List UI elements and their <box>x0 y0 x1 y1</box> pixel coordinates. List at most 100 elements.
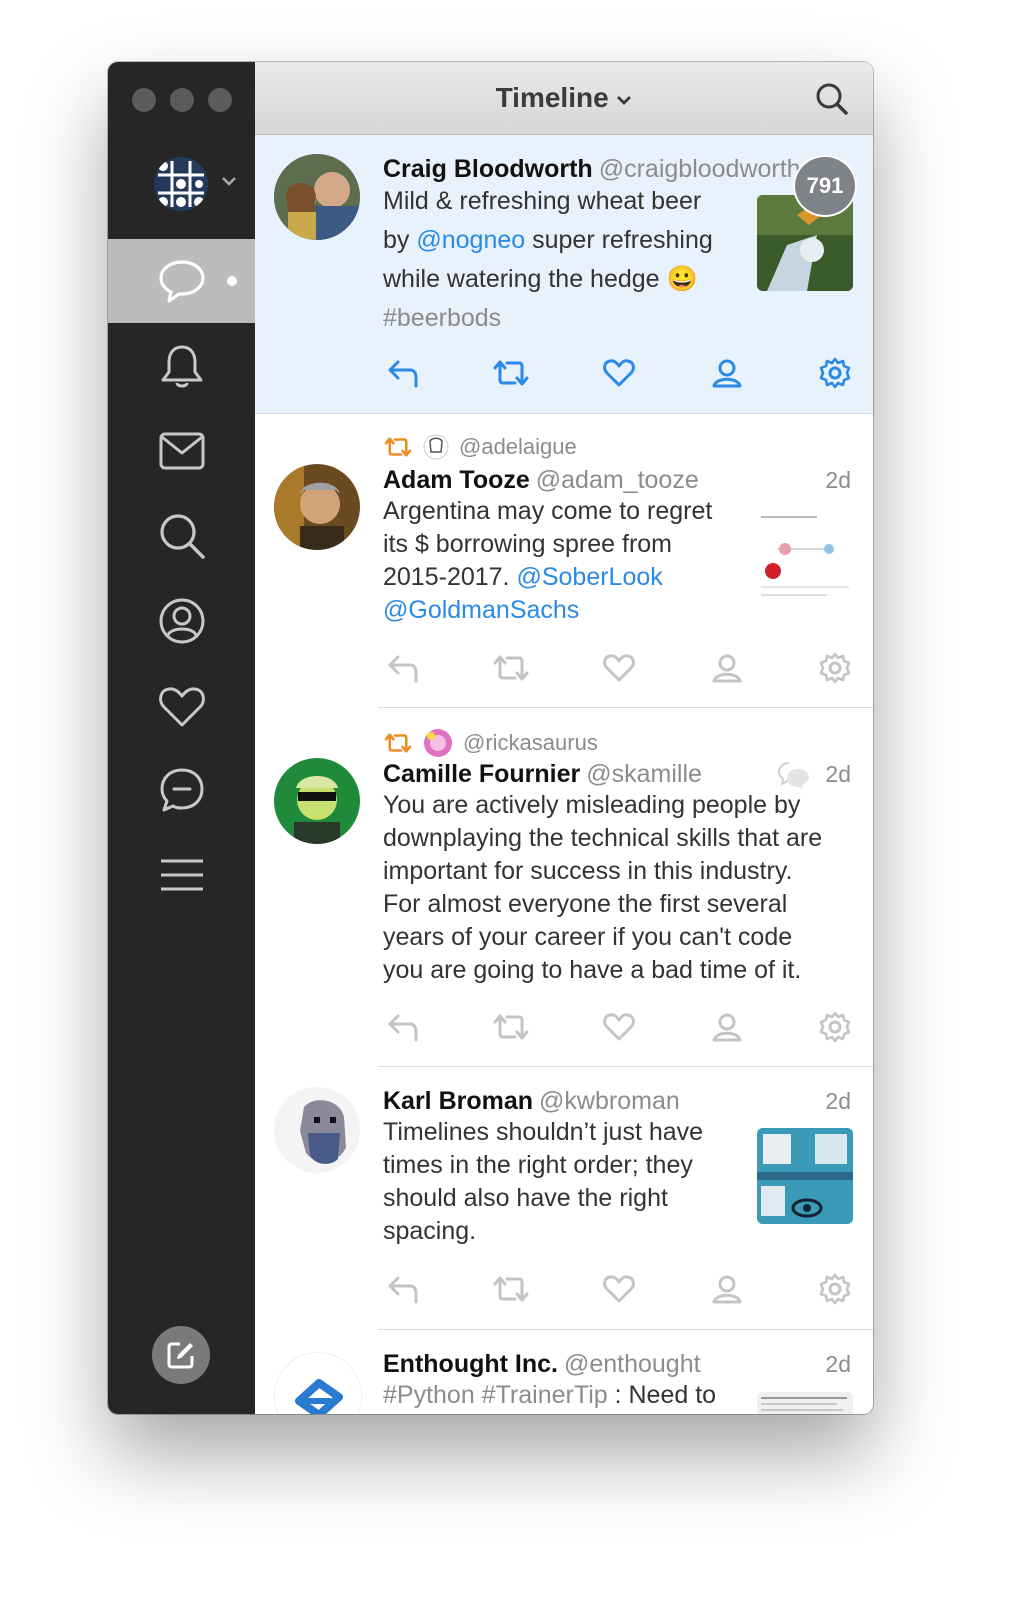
compose-button[interactable] <box>152 1326 210 1384</box>
sidebar-item-search[interactable] <box>108 494 255 578</box>
user-circle-icon <box>159 598 204 644</box>
profile-button[interactable] <box>707 648 747 688</box>
retweeter-handle[interactable]: @adelaigue <box>459 434 577 460</box>
author-handle[interactable]: @adam_tooze <box>536 466 699 494</box>
hashtag-link[interactable]: #beerbods <box>383 299 783 338</box>
retweet-icon <box>493 1014 529 1040</box>
like-button[interactable] <box>599 648 639 688</box>
profile-button[interactable] <box>707 1007 747 1047</box>
user-icon <box>712 654 742 683</box>
mention-link[interactable]: @GoldmanSachs <box>383 594 773 627</box>
retweet-attribution: @adelaigue <box>383 434 577 460</box>
timestamp: 2d <box>825 1088 851 1114</box>
reply-icon <box>388 655 418 683</box>
avatar[interactable] <box>274 154 360 240</box>
avatar[interactable] <box>274 758 360 844</box>
tweet-item[interactable]: Enthought Inc. @enthought #Python #Traine… <box>255 1330 873 1414</box>
user-icon <box>712 359 742 388</box>
retweet-icon <box>384 733 412 753</box>
envelope-icon <box>159 432 204 470</box>
author-handle[interactable]: @craigbloodworth <box>599 155 801 183</box>
reply-button[interactable] <box>383 648 423 688</box>
profile-button[interactable] <box>707 1269 747 1309</box>
gear-icon <box>819 1273 851 1305</box>
timeline-title-dropdown[interactable]: Timeline <box>255 82 873 114</box>
close-window-button[interactable] <box>132 88 156 112</box>
tweet-text: Timelines shouldn’t just have times in t… <box>383 1118 704 1245</box>
search-icon[interactable] <box>815 82 849 116</box>
more-options-button[interactable] <box>815 1269 855 1309</box>
like-button[interactable] <box>599 1007 639 1047</box>
timestamp: 2d <box>825 761 851 787</box>
more-options-button[interactable] <box>815 353 855 393</box>
timestamp: 2d <box>825 467 851 493</box>
sidebar-item-timeline[interactable] <box>108 239 255 323</box>
heart-icon <box>603 1275 635 1303</box>
sidebar-item-mentions[interactable] <box>108 748 255 832</box>
unread-count-badge[interactable]: 791 <box>793 155 857 217</box>
reply-icon <box>388 360 418 388</box>
avatar[interactable] <box>274 1352 362 1414</box>
unread-dot <box>227 276 237 286</box>
search-icon <box>159 514 205 559</box>
like-button[interactable] <box>599 1269 639 1309</box>
retweet-icon <box>493 1276 529 1302</box>
tweet-text: Argentina may come to regret its $ borro… <box>383 495 773 627</box>
media-thumbnail[interactable] <box>757 509 853 605</box>
sidebar-item-notifications[interactable] <box>108 325 255 409</box>
retweet-button[interactable] <box>491 353 531 393</box>
author-handle[interactable]: @enthought <box>564 1350 701 1378</box>
zoom-window-button[interactable] <box>208 88 232 112</box>
window-controls <box>132 88 232 112</box>
conversation-icon <box>777 762 809 789</box>
chat-ellipsis-icon <box>160 768 203 812</box>
tweet-actions <box>383 1269 855 1309</box>
retweeter-avatar <box>423 434 449 460</box>
profile-button[interactable] <box>707 353 747 393</box>
retweeter-handle[interactable]: @rickasaurus <box>463 730 598 756</box>
avatar[interactable] <box>274 464 360 550</box>
reply-button[interactable] <box>383 1269 423 1309</box>
tweet-text: #Python #TrainerTip : Need to <box>383 1381 717 1409</box>
account-avatar[interactable] <box>154 157 208 211</box>
title-bar: Timeline <box>255 62 873 135</box>
more-options-button[interactable] <box>815 1007 855 1047</box>
author-name[interactable]: Karl Broman <box>383 1087 533 1115</box>
retweet-attribution: @rickasaurus <box>383 728 598 758</box>
author-handle[interactable]: @skamille <box>586 760 702 788</box>
retweet-icon <box>384 437 412 457</box>
reply-icon <box>388 1276 418 1304</box>
mention-link[interactable]: @nogneo <box>416 226 525 254</box>
sidebar-item-profile[interactable] <box>108 579 255 663</box>
author-name[interactable]: Enthought Inc. <box>383 1350 558 1378</box>
mention-link[interactable]: @SoberLook <box>516 563 662 591</box>
speech-bubble-icon <box>158 260 205 303</box>
sidebar-item-likes[interactable] <box>108 664 255 748</box>
reply-button[interactable] <box>383 353 423 393</box>
more-options-button[interactable] <box>815 648 855 688</box>
author-name[interactable]: Craig Bloodworth <box>383 155 593 183</box>
like-button[interactable] <box>599 353 639 393</box>
tweet-item[interactable]: Craig Bloodworth @craigbloodworth Mild & … <box>255 135 873 414</box>
tweet-text: You are actively misleading people by do… <box>383 791 823 984</box>
reply-button[interactable] <box>383 1007 423 1047</box>
sidebar-item-menu[interactable] <box>108 833 255 917</box>
sidebar-item-messages[interactable] <box>108 409 255 493</box>
minimize-window-button[interactable] <box>170 88 194 112</box>
compose-icon <box>167 1342 194 1369</box>
retweeter-avatar <box>424 729 452 757</box>
retweet-button[interactable] <box>491 648 531 688</box>
chevron-down-icon[interactable] <box>221 175 237 187</box>
media-thumbnail[interactable] <box>757 1392 853 1414</box>
retweet-button[interactable] <box>491 1007 531 1047</box>
media-thumbnail[interactable] <box>757 1128 853 1224</box>
heart-icon <box>603 359 635 387</box>
author-name[interactable]: Camille Fournier <box>383 760 580 788</box>
author-handle[interactable]: @kwbroman <box>539 1087 680 1115</box>
timestamp: 2d <box>825 1351 851 1377</box>
hashtag-link[interactable]: #Python #TrainerTip <box>383 1381 608 1409</box>
retweet-button[interactable] <box>491 1269 531 1309</box>
avatar[interactable] <box>274 1087 360 1173</box>
author-name[interactable]: Adam Tooze <box>383 466 530 494</box>
tweet-actions <box>383 1007 855 1047</box>
